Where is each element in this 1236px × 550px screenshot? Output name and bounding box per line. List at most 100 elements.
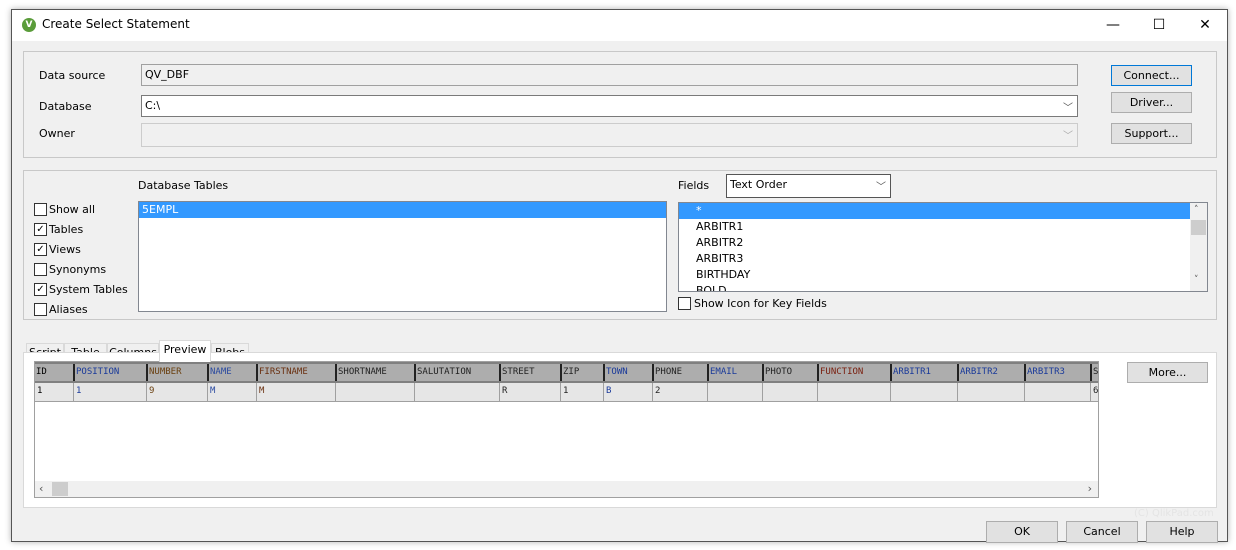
table-cell (890, 383, 957, 401)
field-list-item[interactable]: ARBITR1 (679, 219, 1207, 235)
table-cell (762, 383, 817, 401)
database-value: C:\ (145, 99, 161, 112)
dialog-window: V Create Select Statement — ☐ ✕ Data sou… (11, 9, 1228, 543)
field-list-item[interactable]: BOLD (679, 283, 1207, 291)
data-source-field: QV_DBF (141, 64, 1078, 86)
watermark: (C) QlikPad.com (1134, 508, 1214, 519)
column-header[interactable]: ZIP (560, 364, 603, 381)
field-list-item[interactable]: * (679, 203, 1190, 219)
driver-button[interactable]: Driver... (1111, 92, 1192, 113)
database-label: Database (39, 100, 92, 113)
field-order-value: Text Order (730, 178, 788, 191)
fields-list[interactable]: * ARBITR1 ARBITR2 ARBITR3 BIRTHDAY BOLD ˄ ˅ (678, 202, 1208, 292)
horizontal-scrollbar[interactable]: ‹ › (35, 481, 1098, 497)
show-all-checkbox[interactable] (34, 203, 47, 216)
synonyms-label: Synonyms (49, 263, 107, 276)
column-header[interactable]: FUNCTION (817, 364, 890, 381)
views-label: Views (49, 243, 81, 256)
table-cell: 6 (1090, 383, 1098, 401)
preview-grid[interactable]: ID POSITION NUMBER NAME FIRSTNAME SHORTNAME SA… (34, 361, 1099, 498)
support-button[interactable]: Support... (1111, 123, 1192, 144)
table-cell (957, 383, 1024, 401)
owner-select[interactable]: ﹀ (141, 123, 1078, 147)
column-header[interactable]: SHORTNAME (335, 364, 414, 381)
chevron-down-icon: ﹀ (1063, 103, 1073, 114)
tables-label: Tables (49, 223, 84, 236)
column-header[interactable]: NUMBER (146, 364, 207, 381)
close-button[interactable]: ✕ (1182, 10, 1228, 41)
list-item-selected[interactable]: 5EMPL (139, 202, 666, 218)
column-header[interactable]: PHONE (652, 364, 707, 381)
scroll-thumb[interactable] (52, 482, 68, 496)
minimize-button[interactable]: — (1090, 10, 1136, 41)
chevron-down-icon: ﹀ (1063, 131, 1073, 142)
column-header[interactable]: NAME (207, 364, 256, 381)
table-cell: M (256, 383, 335, 401)
show-icon-key-fields-checkbox[interactable] (678, 297, 691, 310)
column-header[interactable]: ARBITR3 (1024, 364, 1090, 381)
table-cell: B (603, 383, 652, 401)
system-tables-checkbox[interactable]: ✓ (34, 283, 47, 296)
cancel-button[interactable]: Cancel (1066, 521, 1138, 543)
column-header[interactable]: TOWN (603, 364, 652, 381)
help-button[interactable]: Help (1146, 521, 1218, 543)
fields-scrollbar[interactable]: ˄ ˅ (1190, 203, 1207, 291)
table-cell (707, 383, 762, 401)
scroll-down-icon[interactable]: ˅ (1194, 275, 1199, 285)
column-header[interactable]: PHOTO (762, 364, 817, 381)
connect-button[interactable]: Connect... (1111, 65, 1192, 86)
views-checkbox[interactable]: ✓ (34, 243, 47, 256)
field-list-item[interactable]: BIRTHDAY (679, 267, 1207, 283)
owner-label: Owner (39, 127, 75, 140)
table-cell: 1 (560, 383, 603, 401)
column-header[interactable]: STREET (499, 364, 560, 381)
maximize-button[interactable]: ☐ (1136, 10, 1182, 41)
more-button[interactable]: More... (1127, 362, 1208, 383)
database-tables-list[interactable]: 5EMPL (138, 201, 667, 312)
chevron-down-icon: ﹀ (876, 182, 886, 193)
column-header[interactable]: ARBITR1 (890, 364, 957, 381)
fields-label: Fields (678, 179, 710, 192)
table-cell: R (499, 383, 560, 401)
title-bar: V Create Select Statement — ☐ ✕ (12, 10, 1227, 41)
table-cell: 9 (146, 383, 207, 401)
data-source-label: Data source (39, 69, 106, 82)
table-cell: 1 (73, 383, 146, 401)
aliases-label: Aliases (49, 303, 88, 316)
column-header[interactable]: FIRSTNAME (256, 364, 335, 381)
field-list-item[interactable]: ARBITR3 (679, 251, 1207, 267)
ok-button[interactable]: OK (986, 521, 1058, 543)
column-header[interactable]: ARBITR2 (957, 364, 1024, 381)
synonyms-checkbox[interactable] (34, 263, 47, 276)
field-list-item[interactable]: ARBITR2 (679, 235, 1207, 251)
column-header[interactable]: ID (35, 364, 73, 381)
scroll-thumb[interactable] (1191, 220, 1206, 235)
scroll-left-icon[interactable]: ‹ (39, 482, 43, 495)
scroll-up-icon[interactable]: ˄ (1194, 205, 1199, 215)
system-tables-label: System Tables (49, 283, 128, 296)
field-order-select[interactable]: Text Order ﹀ (726, 174, 891, 198)
database-tables-label: Database Tables (138, 179, 229, 192)
column-header[interactable]: EMAIL (707, 364, 762, 381)
column-header[interactable]: S (1090, 364, 1098, 381)
table-cell: 1 (37, 386, 43, 396)
qlikview-logo-icon: V (22, 18, 36, 32)
tables-checkbox[interactable]: ✓ (34, 223, 47, 236)
scroll-right-icon[interactable]: › (1088, 482, 1092, 495)
table-row: 119MMR1B26 (35, 383, 1098, 402)
tab-preview[interactable]: Preview (159, 340, 211, 362)
table-cell (414, 383, 499, 401)
show-all-label: Show all (49, 203, 96, 216)
table-cell (335, 383, 414, 401)
table-cell: M (207, 383, 256, 401)
grid-header-row: ID POSITION NUMBER NAME FIRSTNAME SHORTNAME SA… (35, 362, 1098, 383)
column-header[interactable]: SALUTATION (414, 364, 499, 381)
table-cell (817, 383, 890, 401)
window-title: Create Select Statement (42, 17, 190, 31)
database-select[interactable]: C:\ ﹀ (141, 95, 1078, 117)
table-cell: 2 (652, 383, 707, 401)
show-icon-key-fields-label: Show Icon for Key Fields (694, 297, 827, 310)
table-cell (1024, 383, 1090, 401)
aliases-checkbox[interactable] (34, 303, 47, 316)
column-header[interactable]: POSITION (73, 364, 146, 381)
